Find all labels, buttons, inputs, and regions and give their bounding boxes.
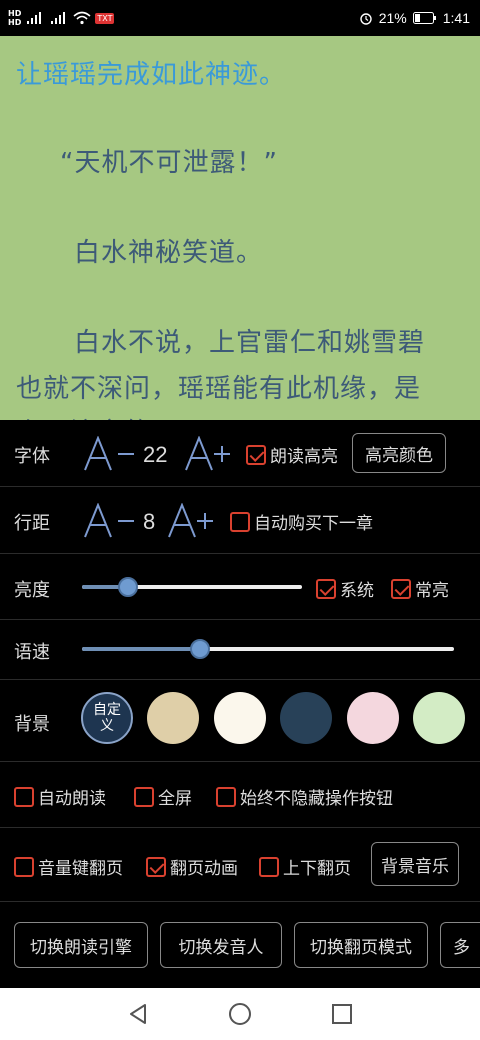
read-highlight-checkbox[interactable]: 朗读高亮 bbox=[246, 442, 338, 467]
volume-page-checkbox[interactable]: 音量键翻页 bbox=[14, 854, 123, 879]
background-music-button[interactable]: 背景音乐 bbox=[371, 842, 459, 886]
back-icon[interactable] bbox=[126, 1002, 150, 1026]
font-size-value: 22 bbox=[143, 442, 168, 467]
navigation-bar bbox=[0, 988, 480, 1040]
background-label: 背景 bbox=[14, 714, 50, 735]
page-animation-checkbox[interactable]: 翻页动画 bbox=[146, 854, 238, 879]
settings-panel: 字体 22 朗读高亮 高亮颜色 行距 8 自动购买下一章 亮度 系统 常亮 语速… bbox=[0, 420, 480, 988]
line-spacing-increase-button[interactable] bbox=[166, 503, 216, 539]
reader-line: 白水神秘笑道。 bbox=[74, 238, 264, 268]
checkbox-box bbox=[134, 786, 154, 807]
reader-line: 让瑶瑶完成如此神迹。 bbox=[16, 60, 287, 90]
background-swatch-tan[interactable] bbox=[147, 692, 199, 744]
txt-app-icon: TXT bbox=[95, 12, 115, 24]
system-brightness-checkbox[interactable]: 系统 bbox=[316, 576, 374, 601]
brightness-slider-thumb[interactable] bbox=[118, 577, 138, 597]
reader-line: 也就不深问，瑶瑶能有此机缘，是 bbox=[16, 374, 422, 404]
checkbox-box bbox=[230, 511, 250, 532]
display-options-row: 自动朗读 全屏 始终不隐藏操作按钮 bbox=[0, 762, 480, 828]
checkbox-box bbox=[14, 856, 34, 877]
home-icon[interactable] bbox=[228, 1002, 252, 1026]
line-spacing-row: 行距 8 自动购买下一章 bbox=[0, 487, 480, 554]
reader-line: 上天注定的。 bbox=[16, 412, 178, 420]
recents-icon[interactable] bbox=[330, 1002, 354, 1026]
hd-icon: HD HD bbox=[8, 9, 22, 27]
more-button[interactable]: 多 bbox=[440, 922, 480, 968]
custom-background-label: 自定义 bbox=[93, 702, 121, 734]
auto-buy-label: 自动购买下一章 bbox=[254, 514, 373, 534]
checkbox-box bbox=[316, 578, 336, 599]
auto-read-checkbox[interactable]: 自动朗读 bbox=[14, 784, 106, 809]
reader-line: “天机不可泄露！” bbox=[60, 148, 278, 178]
highlight-color-button[interactable]: 高亮颜色 bbox=[352, 433, 446, 473]
battery-percent: 21% bbox=[378, 10, 407, 26]
custom-background-swatch[interactable]: 自定义 bbox=[81, 692, 133, 744]
speech-rate-label: 语速 bbox=[14, 642, 50, 663]
status-right: 21% 1:41 bbox=[359, 6, 470, 30]
status-bar: HD HD TXT 21% 1:41 bbox=[0, 0, 480, 36]
checkbox-box bbox=[14, 786, 34, 807]
font-decrease-button[interactable] bbox=[82, 436, 138, 472]
background-swatch-green[interactable] bbox=[413, 692, 465, 744]
line-spacing-decrease-button[interactable] bbox=[82, 503, 138, 539]
font-row: 字体 22 朗读高亮 高亮颜色 bbox=[0, 420, 480, 487]
switch-read-engine-button[interactable]: 切换朗读引擎 bbox=[14, 922, 148, 968]
clock-time: 1:41 bbox=[442, 10, 470, 26]
vertical-page-checkbox[interactable]: 上下翻页 bbox=[259, 854, 351, 879]
reader-line: 白水不说，上官雷仁和姚雪碧 bbox=[74, 328, 426, 358]
checkbox-box bbox=[216, 786, 236, 807]
switch-voice-button[interactable]: 切换发音人 bbox=[160, 922, 282, 968]
checkbox-box bbox=[246, 444, 266, 465]
font-increase-button[interactable] bbox=[183, 436, 233, 472]
speech-rate-row: 语速 bbox=[0, 620, 480, 680]
fullscreen-label: 全屏 bbox=[158, 789, 192, 809]
switch-page-mode-button[interactable]: 切换翻页模式 bbox=[294, 922, 428, 968]
background-swatch-pink[interactable] bbox=[347, 692, 399, 744]
auto-read-label: 自动朗读 bbox=[38, 789, 106, 809]
wifi-icon bbox=[73, 11, 91, 25]
always-on-label: 常亮 bbox=[415, 581, 449, 601]
line-spacing-value: 8 bbox=[143, 509, 156, 534]
always-on-checkbox[interactable]: 常亮 bbox=[391, 576, 449, 601]
battery-icon bbox=[412, 12, 436, 24]
speech-rate-slider-thumb[interactable] bbox=[190, 639, 210, 659]
alarm-icon bbox=[360, 13, 372, 25]
checkbox-box bbox=[146, 856, 166, 877]
auto-buy-checkbox[interactable]: 自动购买下一章 bbox=[230, 509, 373, 534]
page-animation-label: 翻页动画 bbox=[170, 859, 238, 879]
always-show-buttons-checkbox[interactable]: 始终不隐藏操作按钮 bbox=[216, 784, 393, 809]
read-highlight-label: 朗读高亮 bbox=[270, 447, 338, 467]
brightness-row: 亮度 系统 常亮 bbox=[0, 554, 480, 620]
font-label: 字体 bbox=[14, 446, 50, 467]
status-left: HD HD TXT bbox=[8, 6, 115, 30]
speech-rate-slider-fill bbox=[82, 647, 200, 651]
always-show-buttons-label: 始终不隐藏操作按钮 bbox=[240, 789, 393, 809]
signal-icon bbox=[27, 12, 42, 24]
engine-buttons-row: 切换朗读引擎 切换发音人 切换翻页模式 多 bbox=[0, 902, 480, 988]
brightness-label: 亮度 bbox=[14, 580, 50, 601]
background-swatch-navy[interactable] bbox=[280, 692, 332, 744]
fullscreen-checkbox[interactable]: 全屏 bbox=[134, 784, 192, 809]
volume-page-label: 音量键翻页 bbox=[38, 859, 123, 879]
line-spacing-label: 行距 bbox=[14, 513, 50, 534]
vertical-page-label: 上下翻页 bbox=[283, 859, 351, 879]
reader-page[interactable]: 让瑶瑶完成如此神迹。 “天机不可泄露！” 白水神秘笑道。 白水不说，上官雷仁和姚… bbox=[0, 36, 480, 420]
page-options-row: 音量键翻页 翻页动画 上下翻页 背景音乐 bbox=[0, 828, 480, 902]
background-swatch-cream[interactable] bbox=[214, 692, 266, 744]
background-row: 背景 自定义 bbox=[0, 680, 480, 762]
checkbox-box bbox=[259, 856, 279, 877]
signal-icon bbox=[51, 12, 66, 24]
checkbox-box bbox=[391, 578, 411, 599]
system-label: 系统 bbox=[340, 581, 374, 601]
